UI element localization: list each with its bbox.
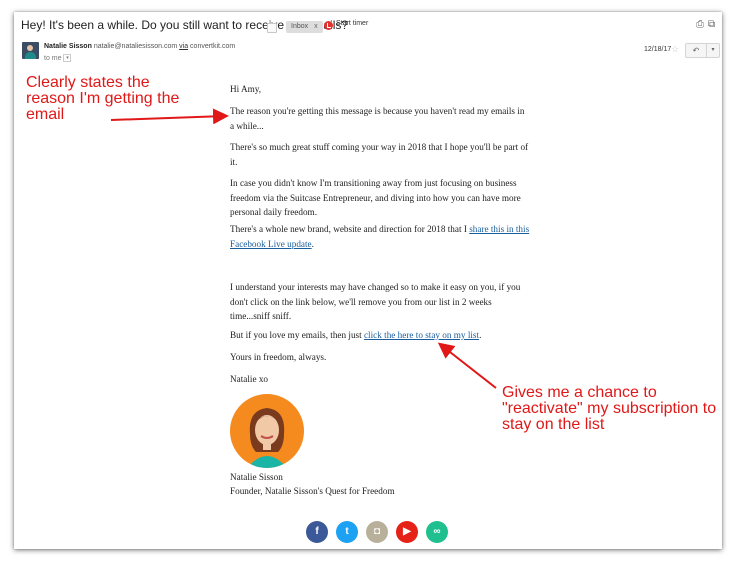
arrow-to-stay-link bbox=[437, 342, 497, 389]
arrow-to-reason bbox=[110, 108, 229, 125]
email-window: Hey! It's been a while. Do you still wan… bbox=[14, 12, 722, 549]
annotation-arrows bbox=[110, 108, 497, 389]
